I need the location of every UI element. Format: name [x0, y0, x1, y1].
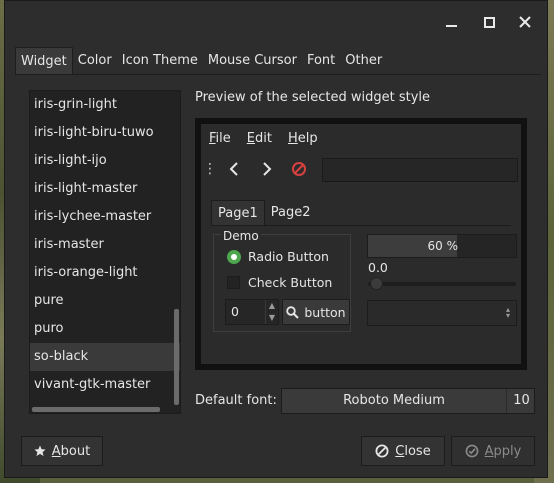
- tab-color[interactable]: Color: [73, 47, 117, 75]
- appearance-settings-window: Widget Color Icon Theme Mouse Cursor Fon…: [4, 0, 548, 478]
- preview-frame: File Edit Help ⋮ Page1 Page2 Demo Radio …: [195, 118, 527, 370]
- tab-icon-theme[interactable]: Icon Theme: [117, 47, 203, 75]
- minimize-icon: [445, 25, 457, 27]
- close-icon: [519, 16, 531, 28]
- radio-button-row[interactable]: Radio Button: [227, 249, 329, 264]
- font-chooser-button[interactable]: Roboto Medium 10: [281, 388, 535, 414]
- about-button[interactable]: About: [21, 436, 103, 466]
- default-font-label: Default font:: [195, 393, 277, 408]
- list-item[interactable]: iris-light-biru-tuwo: [30, 119, 180, 147]
- list-item[interactable]: iris-light-master: [30, 175, 180, 203]
- search-icon: [286, 305, 300, 319]
- progress-bar: 60 %: [367, 234, 517, 258]
- scale-value: 0.0: [368, 260, 388, 275]
- radio-label: Radio Button: [248, 249, 329, 264]
- scale-knob[interactable]: [370, 277, 383, 290]
- checkbox[interactable]: [227, 276, 240, 289]
- preview-tabs: Page1 Page2: [211, 200, 317, 226]
- preview-menubar: File Edit Help: [209, 128, 334, 150]
- list-item[interactable]: iris-light-ijo: [30, 147, 180, 175]
- maximize-icon: [483, 16, 495, 28]
- vertical-scrollbar[interactable]: [174, 309, 179, 405]
- radio-dot-icon: [231, 253, 237, 260]
- list-item[interactable]: pure: [30, 287, 180, 315]
- preview-label: Preview of the selected widget style: [195, 90, 431, 105]
- spin-value: 0: [231, 304, 239, 319]
- check-icon: [465, 444, 479, 458]
- settings-tabs: Widget Color Icon Theme Mouse Cursor Fon…: [15, 47, 387, 75]
- check-button-row[interactable]: Check Button: [227, 275, 332, 290]
- preview-button[interactable]: button: [282, 299, 350, 325]
- spin-button[interactable]: 0 ▲ ▼: [225, 299, 279, 325]
- combo-box[interactable]: ▴ ▾: [367, 300, 517, 326]
- maximize-button[interactable]: [477, 11, 501, 33]
- preview-button-label: button: [304, 304, 346, 320]
- list-item[interactable]: puro: [30, 315, 180, 343]
- stop-button[interactable]: [288, 158, 310, 180]
- preview-window: File Edit Help ⋮ Page1 Page2 Demo Radio …: [201, 124, 521, 364]
- cancel-icon: [375, 444, 389, 458]
- radio-button[interactable]: [227, 249, 241, 264]
- menu-help[interactable]: Help: [288, 128, 318, 150]
- titlebar: [5, 1, 547, 43]
- star-icon: [34, 445, 46, 457]
- stop-icon: [292, 162, 306, 176]
- tab-widget[interactable]: Widget: [15, 47, 73, 75]
- menu-edit[interactable]: Edit: [247, 128, 272, 150]
- apply-button[interactable]: Apply: [451, 436, 535, 466]
- close-label: Close: [395, 443, 431, 459]
- tab-page1[interactable]: Page1: [211, 200, 265, 226]
- toolbar-entry[interactable]: [322, 158, 518, 182]
- about-label: About: [51, 443, 91, 459]
- chevron-left-icon: [229, 162, 238, 176]
- list-item-selected[interactable]: so-black: [30, 343, 180, 371]
- horizontal-scrollbar[interactable]: [32, 407, 160, 412]
- toolbar-grip-icon[interactable]: ⋮: [203, 162, 217, 176]
- forward-button[interactable]: [256, 158, 278, 180]
- list-item[interactable]: iris-orange-light: [30, 259, 180, 287]
- check-label: Check Button: [248, 275, 333, 290]
- list-item[interactable]: iris-grin-light: [30, 91, 180, 119]
- list-item[interactable]: vivant-gtk-master: [30, 371, 180, 399]
- combo-arrows-icon: ▴ ▾: [505, 305, 510, 320]
- list-item[interactable]: iris-master: [30, 231, 180, 259]
- font-size: 10: [506, 389, 536, 413]
- apply-label: Apply: [484, 443, 522, 459]
- tab-mouse-cursor[interactable]: Mouse Cursor: [203, 47, 302, 75]
- tab-other[interactable]: Other: [340, 47, 387, 75]
- theme-list[interactable]: iris-grin-light iris-light-biru-tuwo iri…: [29, 90, 181, 414]
- tab-page2[interactable]: Page2: [265, 200, 317, 226]
- close-window-button[interactable]: [513, 11, 537, 33]
- minimize-button[interactable]: [439, 11, 463, 33]
- spin-down-icon[interactable]: ▼: [266, 312, 278, 324]
- scale-track[interactable]: [368, 282, 516, 286]
- spin-arrows[interactable]: ▲ ▼: [265, 300, 278, 324]
- font-name: Roboto Medium: [343, 393, 445, 408]
- close-button[interactable]: Close: [361, 436, 445, 466]
- spin-up-icon[interactable]: ▲: [266, 300, 278, 312]
- chevron-right-icon: [263, 162, 272, 176]
- preview-toolbar: ⋮: [201, 154, 521, 184]
- progress-text: 60 %: [427, 239, 459, 253]
- widget-tab-panel: iris-grin-light iris-light-biru-tuwo iri…: [15, 74, 541, 419]
- back-button[interactable]: [223, 158, 245, 180]
- tab-font[interactable]: Font: [302, 47, 340, 75]
- menu-file[interactable]: File: [209, 128, 231, 150]
- preview-tab-panel: Demo Radio Button Check Button 0 ▲ ▼ but…: [211, 225, 517, 335]
- list-item[interactable]: iris-lychee-master: [30, 203, 180, 231]
- demo-frame-title: Demo: [221, 229, 261, 243]
